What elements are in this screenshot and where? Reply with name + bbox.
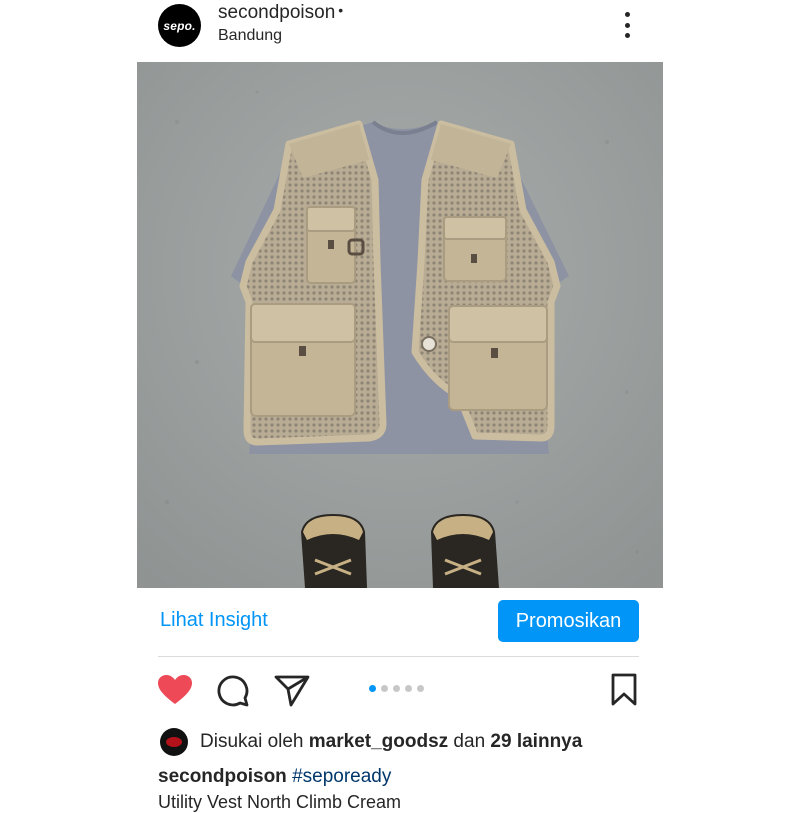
post-image[interactable]: [137, 62, 663, 588]
carousel-dot: [405, 685, 412, 692]
username-dot: •: [338, 2, 344, 18]
caption-username[interactable]: secondpoison: [158, 766, 287, 787]
likes-middle: dan: [448, 731, 491, 752]
promote-button[interactable]: Promosikan: [498, 600, 639, 642]
caption-hashtag[interactable]: #sepoready: [292, 766, 391, 787]
location[interactable]: Bandung: [218, 27, 282, 45]
carousel-indicator: [369, 685, 424, 692]
carousel-dot: [417, 685, 424, 692]
carousel-dot: [381, 685, 388, 692]
caption-body: Utility Vest North Climb Cream: [158, 792, 402, 812]
view-insights-link[interactable]: Lihat Insight: [160, 609, 268, 632]
post-photo-illustration: [137, 62, 663, 588]
username[interactable]: secondpoison: [218, 2, 335, 23]
liker-avatar[interactable]: [160, 728, 188, 756]
share-icon[interactable]: [274, 674, 310, 713]
more-vertical-icon[interactable]: [617, 10, 637, 40]
likes-others-count[interactable]: 29 lainnya: [490, 731, 582, 752]
divider: [158, 656, 639, 657]
likes-prefix: Disukai oleh: [200, 731, 309, 752]
heart-icon[interactable]: [157, 674, 193, 711]
post-author[interactable]: secondpoison •: [218, 2, 343, 24]
likes-summary[interactable]: Disukai oleh market_goodsz dan 29 lainny…: [200, 731, 582, 753]
carousel-dot: [369, 685, 376, 692]
bookmark-icon[interactable]: [610, 673, 638, 712]
caption: secondpoison #sepoready: [158, 766, 391, 788]
liker-username[interactable]: market_goodsz: [309, 731, 448, 752]
comment-icon[interactable]: [216, 674, 250, 713]
avatar[interactable]: sepo.: [158, 4, 201, 47]
carousel-dot: [393, 685, 400, 692]
